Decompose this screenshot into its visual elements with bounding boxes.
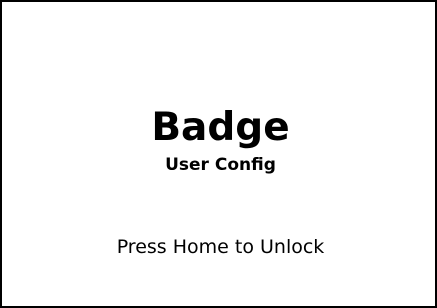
app-subtitle: User Config (165, 155, 276, 175)
lock-screen: Badge User Config Press Home to Unlock (0, 0, 437, 308)
unlock-prompt: Press Home to Unlock (116, 236, 325, 258)
app-title: Badge (151, 105, 290, 150)
